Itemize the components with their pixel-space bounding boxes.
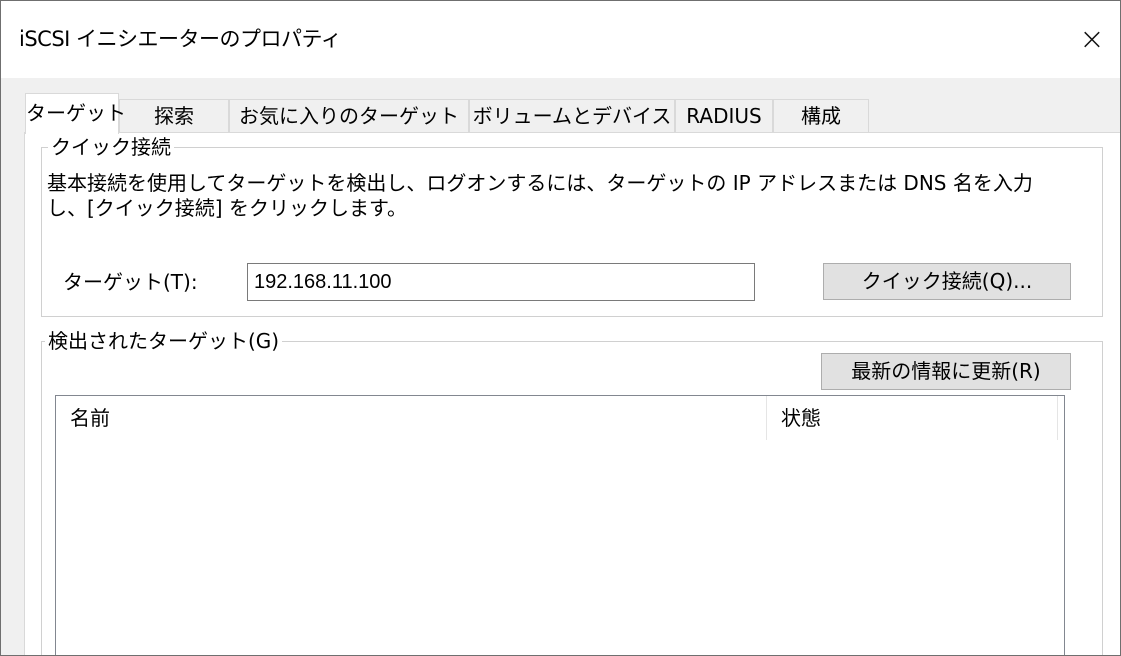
- iscsi-initiator-properties-dialog: iSCSI イニシエーターのプロパティ × ターゲット 探索 お気に入りのターゲ…: [0, 0, 1121, 656]
- tab-favorite-targets[interactable]: お気に入りのターゲット: [229, 99, 469, 133]
- tab-panel-target: クイック接続 基本接続を使用してターゲットを検出し、ログオンするには、ターゲット…: [24, 132, 1120, 655]
- target-input[interactable]: [247, 263, 755, 301]
- tab-radius[interactable]: RADIUS: [675, 99, 773, 133]
- refresh-button[interactable]: 最新の情報に更新(R): [821, 353, 1071, 390]
- quick-connect-legend: クイック接続: [48, 135, 174, 159]
- column-header-name[interactable]: 名前: [56, 396, 766, 440]
- discovered-targets-legend: 検出されたターゲット(G): [45, 329, 283, 353]
- tab-discovery[interactable]: 探索: [119, 99, 229, 133]
- window-title: iSCSI イニシエーターのプロパティ: [19, 27, 342, 51]
- tab-strip: ターゲット 探索 お気に入りのターゲット ボリュームとデバイス RADIUS 構…: [25, 93, 1120, 134]
- tab-configuration[interactable]: 構成: [773, 99, 869, 133]
- targets-list[interactable]: 名前 状態: [55, 395, 1065, 655]
- target-label: ターゲット(T):: [63, 270, 198, 294]
- tab-target[interactable]: ターゲット: [25, 93, 126, 134]
- column-header-status[interactable]: 状態: [767, 396, 1057, 440]
- title-bar: iSCSI イニシエーターのプロパティ ×: [1, 1, 1120, 78]
- tab-volumes-devices[interactable]: ボリュームとデバイス: [469, 99, 675, 133]
- quick-connect-description: 基本接続を使用してターゲットを検出し、ログオンするには、ターゲットの IP アド…: [47, 171, 1033, 220]
- quick-connect-button[interactable]: クイック接続(Q)...: [823, 263, 1071, 300]
- column-divider[interactable]: [1057, 396, 1058, 440]
- close-icon[interactable]: ×: [1064, 1, 1120, 78]
